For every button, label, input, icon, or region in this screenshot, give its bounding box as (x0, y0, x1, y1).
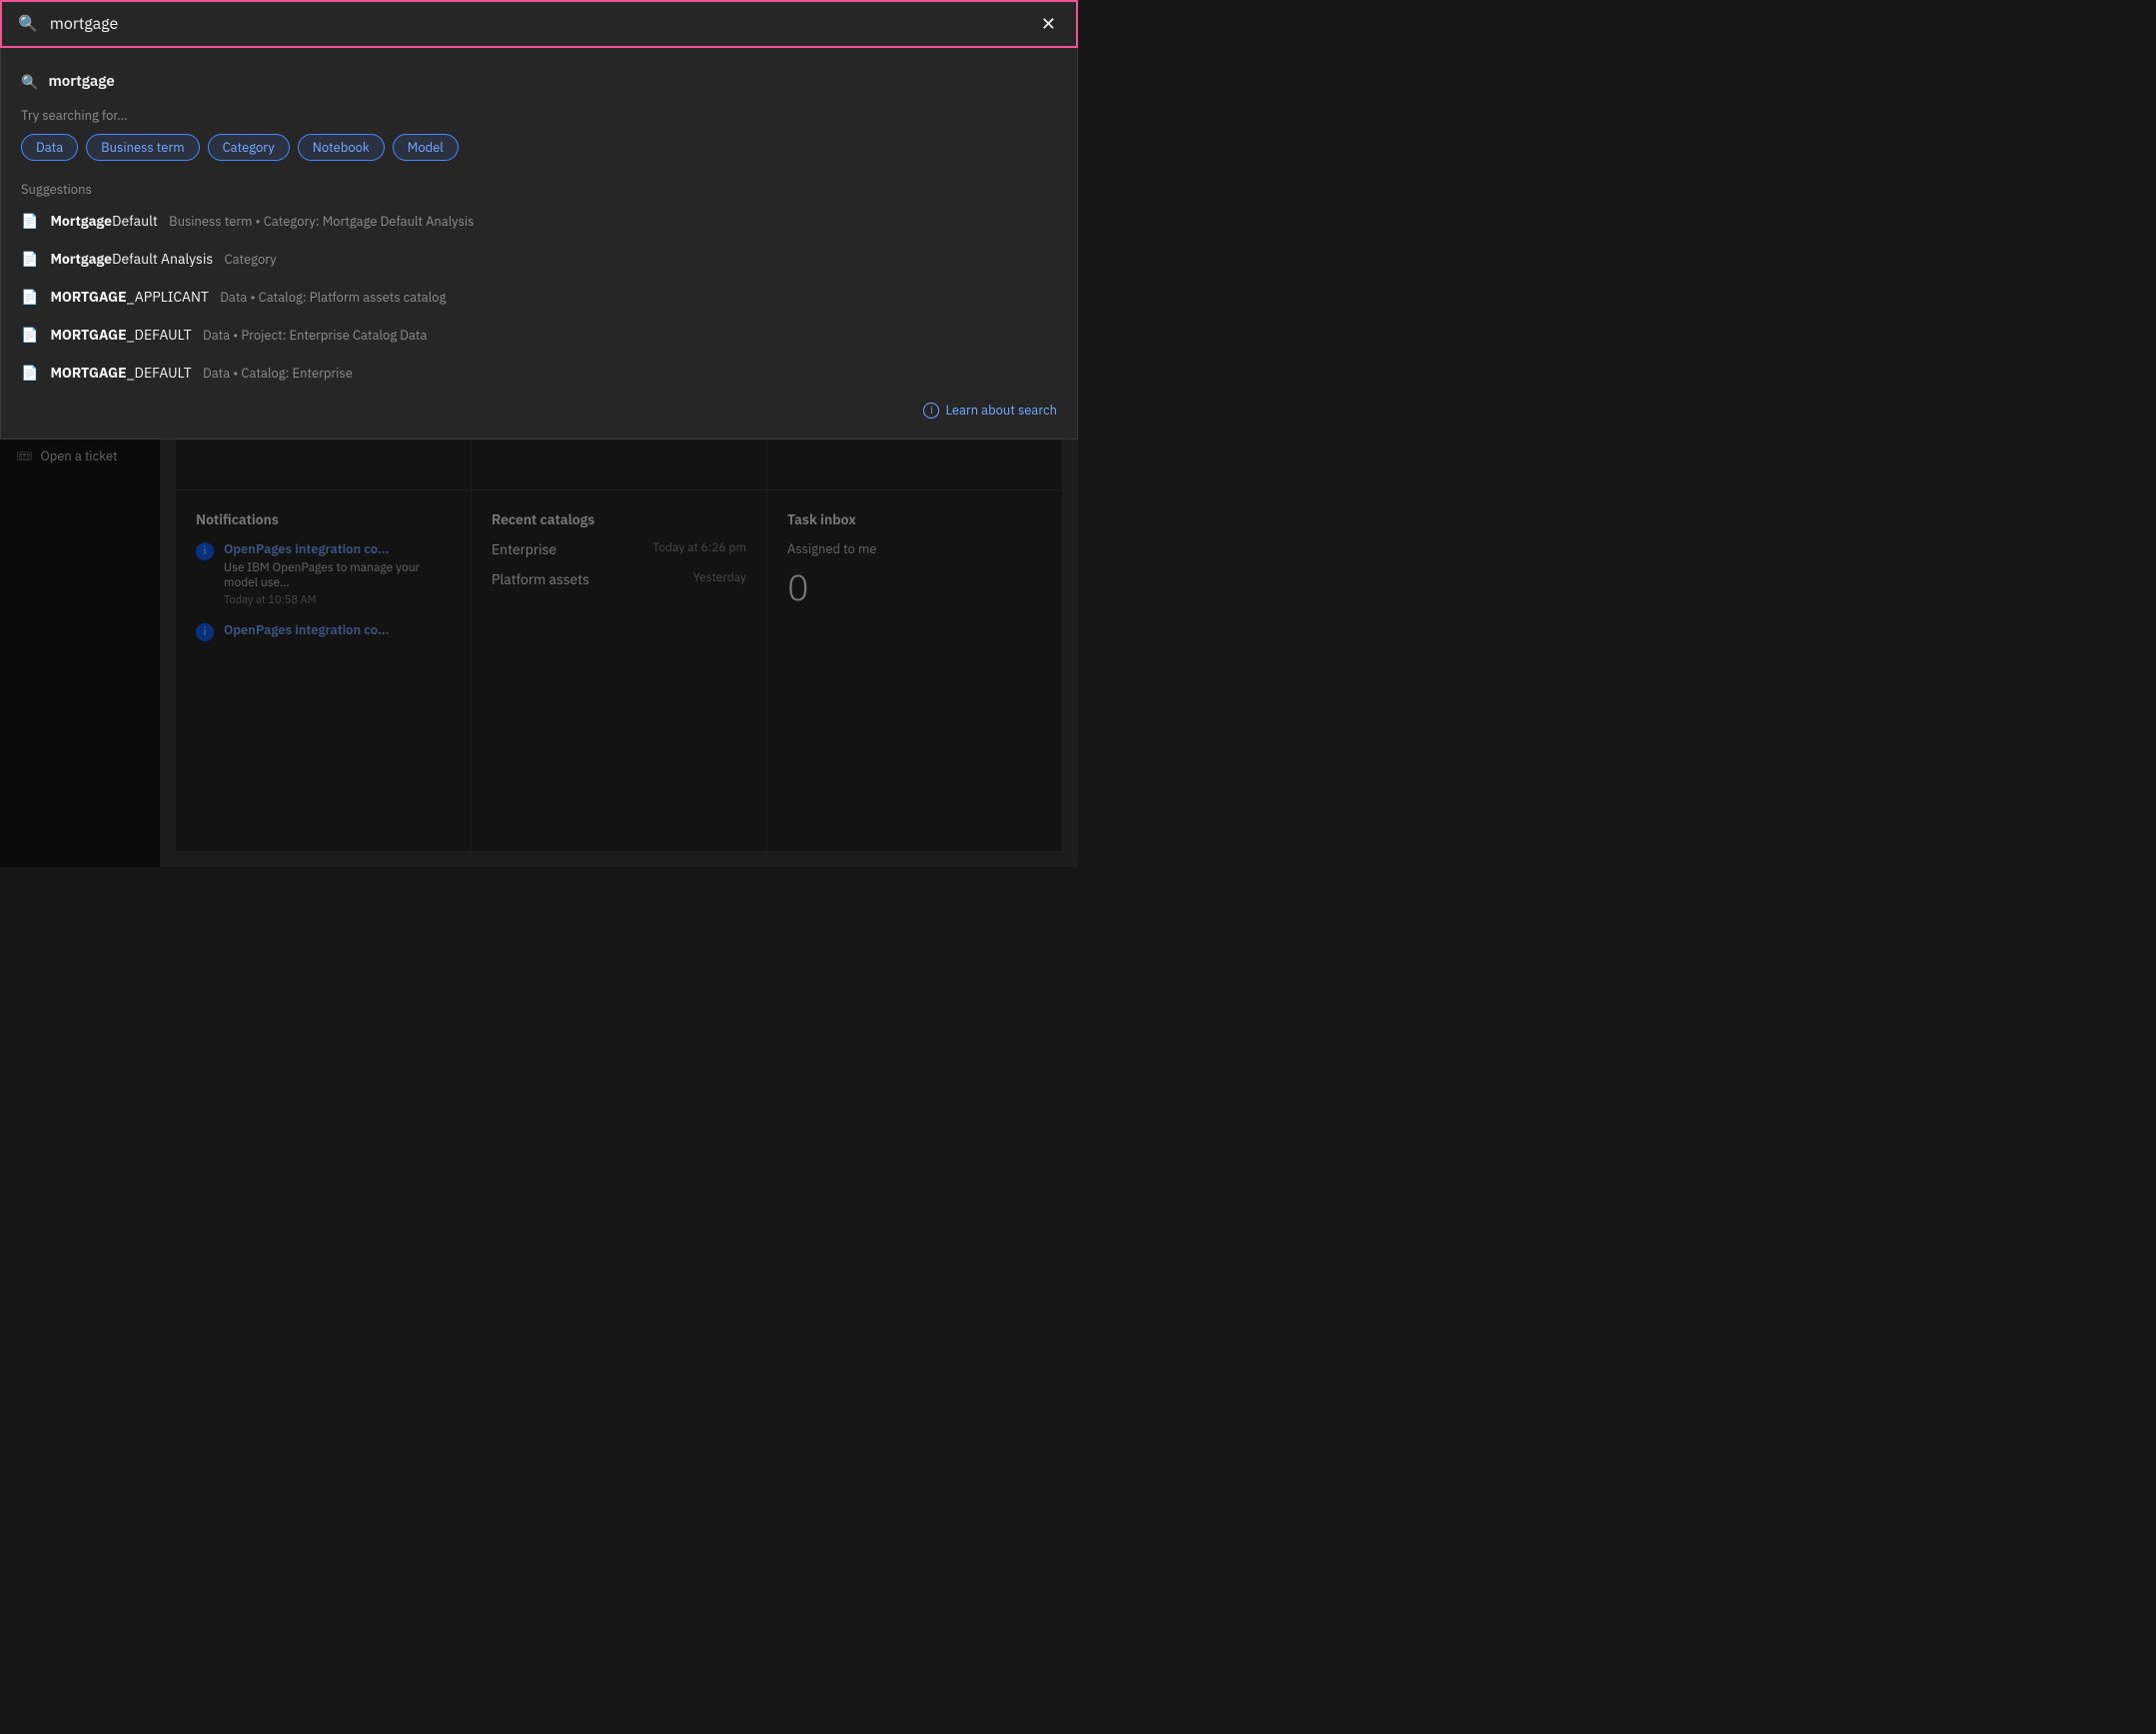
search-dropdown: 🔍 mortgage Try searching for... Data Bus… (0, 48, 1078, 439)
suggestions-label: Suggestions (1, 173, 1077, 202)
doc-icon-2: 📄 (21, 250, 38, 268)
learn-search-link[interactable]: i Learn about search (923, 402, 1057, 419)
task-inbox-title: Task inbox (787, 510, 1042, 528)
doc-icon-3: 📄 (21, 288, 38, 306)
catalog-name-1: Enterprise (492, 540, 556, 558)
search-query-row[interactable]: 🔍 mortgage (1, 64, 1077, 99)
assigned-to-me-label: Assigned to me (787, 540, 1042, 557)
task-inbox-card: Task inbox Assigned to me 0 (767, 490, 1062, 851)
suggestion-item-3[interactable]: 📄 MORTGAGE_APPLICANT Data • Catalog: Pla… (1, 278, 1077, 316)
search-icon: 🔍 (18, 14, 38, 34)
search-input[interactable] (50, 14, 1025, 34)
suggestion-item-4[interactable]: 📄 MORTGAGE_DEFAULT Data • Project: Enter… (1, 316, 1077, 354)
search-close-button[interactable]: ✕ (1037, 10, 1060, 39)
suggestion-text-4: MORTGAGE_DEFAULT Data • Project: Enterpr… (50, 326, 1057, 344)
search-tag-notebook[interactable]: Notebook (298, 134, 385, 161)
suggestion-text-2: MortgageDefault Analysis Category (50, 250, 1057, 268)
doc-icon-4: 📄 (21, 326, 38, 344)
notification-item-1: i OpenPages integration co... Use IBM Op… (196, 540, 451, 607)
try-searching-label: Try searching for... (1, 99, 1077, 130)
search-tags: Data Business term Category Notebook Mod… (1, 130, 1077, 173)
catalog-time-2: Yesterday (693, 570, 746, 588)
search-bar: 🔍 ✕ (0, 0, 1078, 48)
suggestion-text-5: MORTGAGE_DEFAULT Data • Catalog: Enterpr… (50, 364, 1057, 382)
notification-desc-1: Use IBM OpenPages to manage your model u… (224, 560, 451, 590)
assigned-to-me-count: 0 (787, 563, 1042, 610)
search-tag-business-term[interactable]: Business term (86, 134, 199, 161)
search-query-icon: 🔍 (21, 73, 38, 91)
learn-search-label: Learn about search (945, 402, 1057, 419)
notification-item-2: i OpenPages integration co... (196, 621, 451, 641)
suggestion-item-2[interactable]: 📄 MortgageDefault Analysis Category (1, 240, 1077, 278)
search-tag-category[interactable]: Category (208, 134, 290, 161)
search-query-text: mortgage (48, 72, 114, 91)
catalog-item-1[interactable]: Enterprise Today at 6:26 pm (492, 540, 746, 558)
info-icon: i (923, 403, 939, 419)
notification-icon-2: i (196, 623, 214, 641)
catalog-item-2[interactable]: Platform assets Yesterday (492, 570, 746, 588)
suggestion-text-1: MortgageDefault Business term • Category… (50, 212, 1057, 230)
open-ticket-label: Open a ticket (41, 447, 118, 464)
notification-icon-1: i (196, 542, 214, 560)
notification-time-1: Today at 10:58 AM (224, 593, 451, 607)
search-tag-model[interactable]: Model (393, 134, 459, 161)
ticket-icon: 🎟 (16, 447, 33, 464)
notification-title-2[interactable]: OpenPages integration co... (224, 621, 390, 638)
learn-search-row: i Learn about search (1, 392, 1077, 423)
notification-title-1[interactable]: OpenPages integration co... (224, 540, 451, 557)
assigned-to-me-section: Assigned to me 0 (787, 540, 1042, 610)
recent-catalogs-title: Recent catalogs (492, 510, 746, 528)
catalog-time-1: Today at 6:26 pm (652, 540, 746, 558)
suggestion-item-5[interactable]: 📄 MORTGAGE_DEFAULT Data • Catalog: Enter… (1, 354, 1077, 392)
notification-body-2: OpenPages integration co... (224, 621, 390, 641)
search-overlay: 🔍 ✕ 🔍 mortgage Try searching for... Data… (0, 0, 1078, 439)
catalog-name-2: Platform assets (492, 570, 589, 588)
notifications-card: Notifications i OpenPages integration co… (176, 490, 471, 851)
doc-icon-5: 📄 (21, 364, 38, 382)
suggestion-text-3: MORTGAGE_APPLICANT Data • Catalog: Platf… (50, 288, 1057, 306)
search-tag-data[interactable]: Data (21, 134, 78, 161)
notification-body-1: OpenPages integration co... Use IBM Open… (224, 540, 451, 607)
notifications-title: Notifications (196, 510, 451, 528)
recent-catalogs-card: Recent catalogs Enterprise Today at 6:26… (472, 490, 766, 851)
sidebar-item-open-ticket[interactable]: 🎟 Open a ticket (0, 439, 160, 472)
doc-icon-1: 📄 (21, 212, 38, 230)
suggestion-item-1[interactable]: 📄 MortgageDefault Business term • Catego… (1, 202, 1077, 240)
